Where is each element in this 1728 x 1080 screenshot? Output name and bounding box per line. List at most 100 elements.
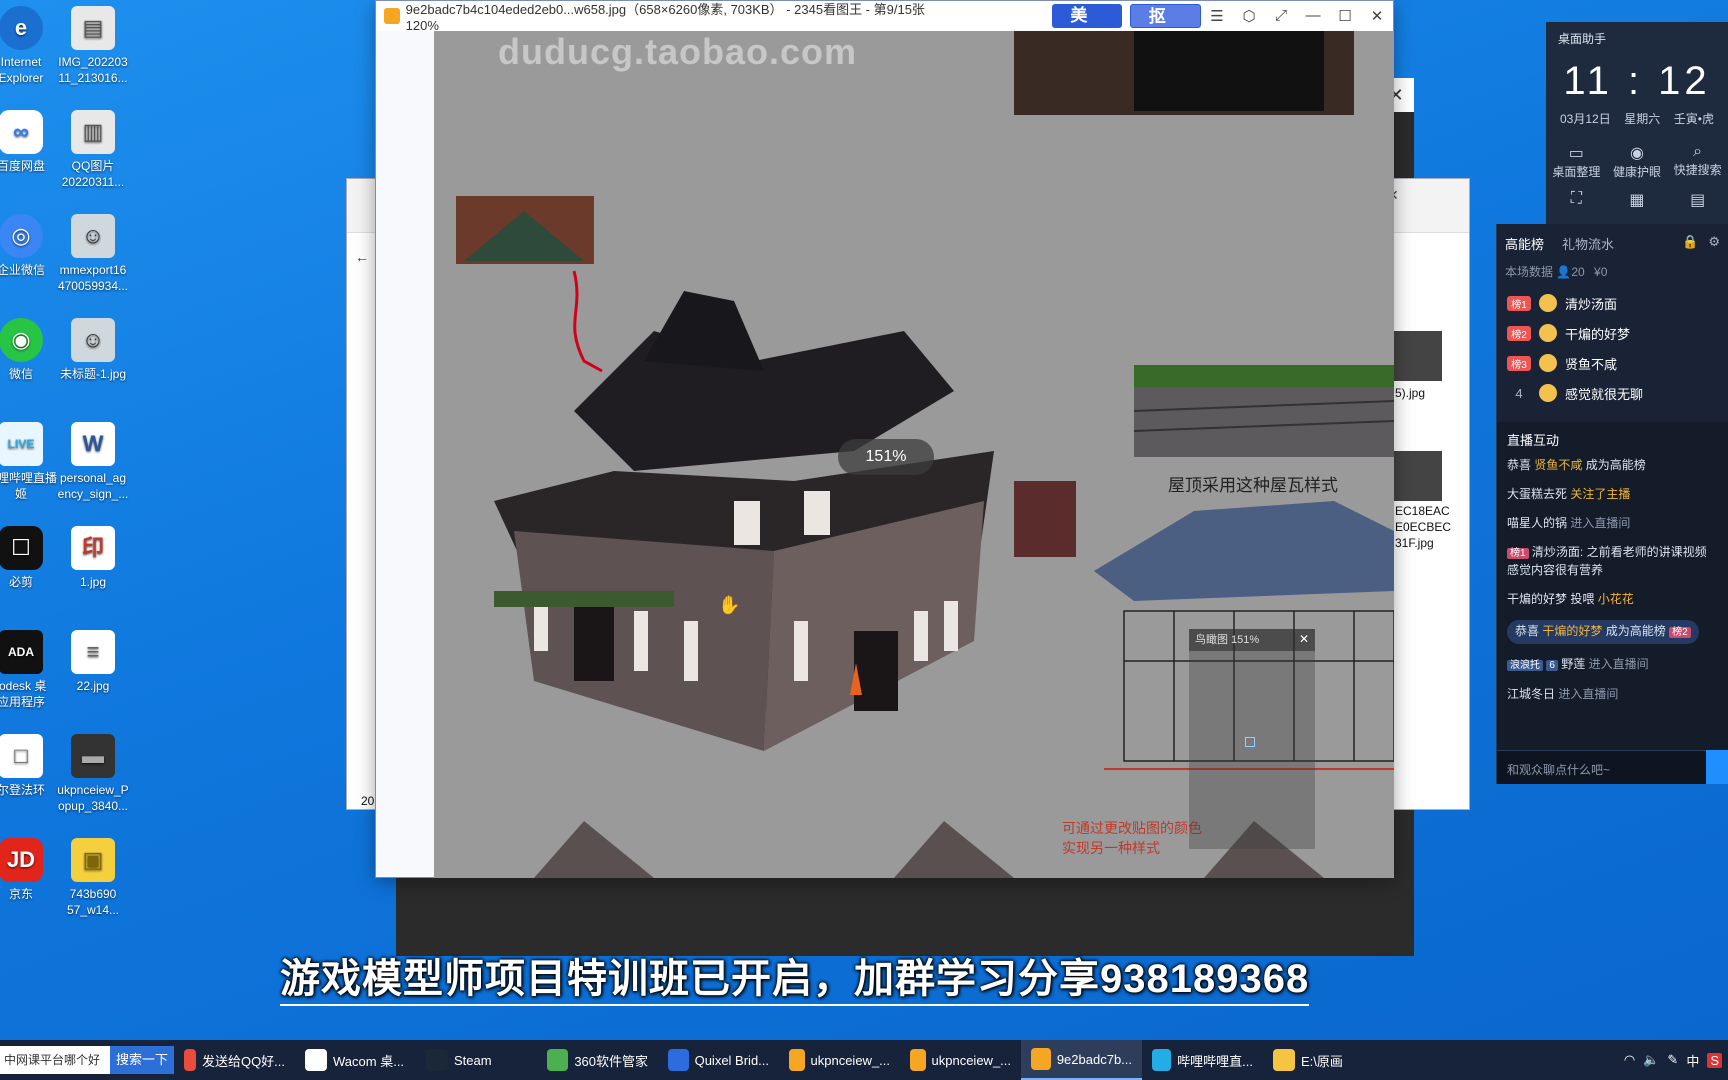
notes-icon[interactable]: ▤ [1670, 190, 1726, 210]
fullscreen-icon[interactable]: ⤢ [1265, 7, 1297, 25]
msg-text: 恭喜 [1515, 624, 1540, 638]
desktop-shortcut[interactable]: 印 1.jpg [50, 526, 136, 590]
language-indicator[interactable]: 中 [1686, 1051, 1699, 1070]
taskbar-search-input[interactable]: 中网课平台哪个好 [0, 1046, 110, 1074]
koutu-button[interactable]: 抠图 [1129, 4, 1201, 50]
taskbar-app-label: ukpnceiew_... [931, 1052, 1012, 1068]
pen-icon[interactable]: ✎ [1667, 1052, 1678, 1068]
shortcut-label: 1.jpg [79, 575, 107, 589]
shortcut-label: 22.jpg [76, 679, 110, 693]
meitu-button[interactable]: 美图 [1052, 4, 1122, 49]
taskbar-app-label: 9e2badc7b... [1056, 1051, 1133, 1067]
tool-quick-search[interactable]: ⌕ 快捷搜索 [1670, 143, 1726, 180]
rank-badge: 榜1 [1507, 548, 1529, 559]
ime-indicator[interactable]: S [1707, 1052, 1722, 1068]
people-icon: 👤 [1556, 265, 1572, 279]
app-icon [910, 1049, 926, 1071]
search-icon: ⌕ [1693, 143, 1703, 160]
displayed-image[interactable]: duducg.taobao.com 151% 屋顶采用这种屋瓦样式 可通过更改贴… [434, 31, 1394, 878]
msg-user[interactable]: 野莲 [1561, 657, 1585, 671]
app-icon [1031, 1048, 1051, 1070]
desktop-shortcut[interactable]: ≡ 22.jpg [50, 630, 136, 694]
msg-user[interactable]: 干煸的好梦 [1542, 624, 1602, 638]
taskbar-app[interactable]: 360软件管家 [537, 1040, 658, 1080]
tool-desktop-organize[interactable]: ▭ 桌面整理 [1548, 143, 1604, 180]
desktop-shortcut[interactable]: ▣ 743b690 57_w14... [50, 838, 136, 918]
msg-action: 进入直播间 [1570, 516, 1631, 530]
rank-row[interactable]: 榜1 清炒汤面 [1497, 288, 1728, 318]
birds-eye-navigator[interactable]: 鸟瞰图 151% ✕ [1189, 629, 1315, 849]
maximize-icon[interactable]: ☐ [1329, 7, 1361, 25]
close-icon[interactable]: ✕ [1361, 7, 1393, 25]
msg-text: 清炒汤面: 之前看老师的讲课视频感觉内容很有营养 [1507, 545, 1707, 577]
taskbar-app[interactable]: ukpnceiew_... [779, 1040, 900, 1080]
high-energy-rank-panel: 高能榜 礼物流水 🔒 ⚙ 本场数据 👤20 ¥0 榜1 清炒汤面 榜2 干煸的好梦 榜3… [1496, 224, 1728, 422]
file-thumbnail[interactable] [1392, 331, 1442, 381]
desktop-shortcut[interactable]: ☺ mmexport16 470059934... [50, 214, 136, 294]
tool-eye-care[interactable]: ◉ 健康护眼 [1609, 143, 1665, 180]
msg-user[interactable]: 大蛋糕去死 [1507, 487, 1567, 501]
taskbar-app[interactable]: Steam [416, 1040, 537, 1080]
image-viewer-window[interactable]: 9e2badc7b4c104eded2eb0...w658.jpg（658×62… [375, 0, 1394, 878]
lock-icon[interactable]: 🔒 [1682, 234, 1698, 253]
rank-badge: 榜2 [1507, 325, 1531, 341]
bijian-icon: ☐ [0, 526, 43, 570]
taskbar-search-button[interactable]: 搜索一下 [110, 1046, 175, 1074]
tool-label: 快捷搜索 [1673, 163, 1722, 177]
rank-badge: 榜2 [1669, 627, 1691, 638]
eye-icon: ◉ [1630, 145, 1644, 162]
rank-row[interactable]: 4 感觉就很无聊 [1497, 378, 1728, 408]
skin-icon[interactable]: ⬡ [1233, 7, 1265, 25]
msg-user[interactable]: 喵星人的锅 [1507, 516, 1567, 530]
volume-icon[interactable]: 🔈 [1643, 1052, 1659, 1068]
shortcut-label: 743b690 57_w14... [66, 887, 120, 917]
file-thumbnail[interactable] [1392, 451, 1442, 501]
internet-explorer-icon: e [0, 6, 43, 50]
chat-message: 大蛋糕去死 关注了主播 [1497, 480, 1728, 509]
send-button[interactable] [1706, 750, 1728, 784]
desktop-shortcut[interactable]: Wpersonal_ag ency_sign_... [50, 422, 136, 502]
assistant-tools-row2: ⛶ ▦ ▤ [1546, 190, 1728, 210]
crop-icon[interactable]: ⛶ [1548, 190, 1604, 210]
shortcut-label: mmexport16 470059934... [57, 263, 129, 293]
viewer-title: 9e2badc7b4c104eded2eb0...w658.jpg（658×62… [405, 2, 925, 33]
msg-text: 成为高能榜 [1605, 624, 1666, 638]
app-icon [668, 1049, 689, 1071]
tab-gift-flow[interactable]: 礼物流水 [1562, 234, 1614, 253]
monitor-icon: ▭ [1568, 145, 1584, 162]
taskbar-app[interactable]: 9e2badc7b... [1021, 1040, 1143, 1080]
wifi-icon[interactable]: ◠ [1624, 1052, 1635, 1068]
taskbar-app[interactable]: Quixel Brid... [658, 1040, 779, 1080]
msg-user[interactable]: 干煸的好梦 [1507, 592, 1567, 606]
msg-action: 进入直播间 [1588, 657, 1649, 671]
back-arrow-icon[interactable]: ← [355, 249, 369, 265]
taskbar-app[interactable]: 发送给QQ好... [174, 1040, 295, 1080]
chat-message: 喵星人的锅 进入直播间 [1497, 509, 1728, 538]
tab-high-energy[interactable]: 高能榜 [1505, 234, 1544, 253]
chat-input[interactable]: 和观众聊点什么吧~ [1497, 750, 1728, 784]
rank-row[interactable]: 榜2 干煸的好梦 [1497, 318, 1728, 348]
taskbar-app[interactable]: ukpnceiew_... [900, 1040, 1021, 1080]
taskbar-app[interactable]: 哔哩哔哩直... [1142, 1040, 1263, 1080]
taskbar-app[interactable]: Wacom 桌... [295, 1040, 416, 1080]
file-label: EC18EAC E0ECBEC 31F.jpg [1395, 504, 1452, 550]
desktop-shortcut[interactable]: ▤ IMG_202203 11_213016... [50, 6, 136, 86]
viewer-canvas[interactable]: duducg.taobao.com 151% 屋顶采用这种屋瓦样式 可通过更改贴… [376, 31, 1394, 878]
close-icon[interactable]: ✕ [1299, 632, 1309, 646]
desktop-shortcut[interactable]: ☺ 未标题-1.jpg [50, 318, 136, 382]
note-line-1: 可通过更改贴图的颜色 [1062, 821, 1202, 837]
calculator-icon[interactable]: ▦ [1609, 190, 1665, 210]
app-icon [789, 1049, 805, 1071]
desktop-shortcut[interactable]: ▥ QQ图片 20220311... [50, 110, 136, 190]
viewport-box[interactable] [1245, 737, 1255, 747]
app-icon [184, 1049, 196, 1071]
rank-row[interactable]: 榜3 贤鱼不咸 [1497, 348, 1728, 378]
menu-icon[interactable]: ☰ [1201, 7, 1233, 25]
msg-text: 成为高能榜 [1585, 458, 1646, 472]
minimize-icon[interactable]: — [1297, 7, 1329, 25]
msg-user[interactable]: 贤鱼不咸 [1534, 458, 1582, 472]
taskbar-app[interactable]: E:\原画 [1263, 1040, 1384, 1080]
gear-icon[interactable]: ⚙ [1708, 234, 1720, 253]
msg-user[interactable]: 江城冬日 [1507, 687, 1555, 701]
desktop-shortcut[interactable]: ▬ ukpnceiew_P opup_3840... [50, 734, 136, 814]
